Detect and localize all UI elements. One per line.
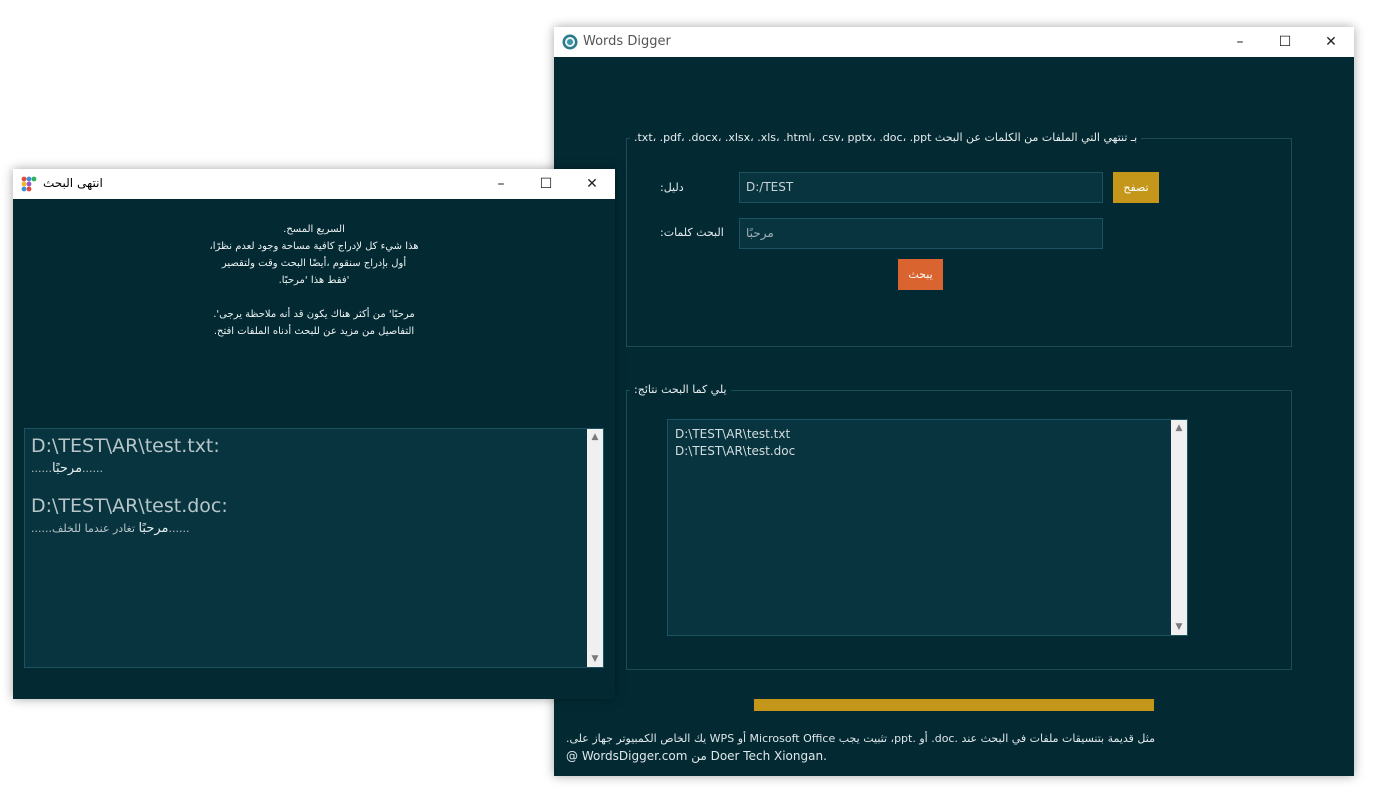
progress-bar-fill <box>754 699 1154 711</box>
close-icon[interactable]: ✕ <box>1308 27 1354 57</box>
message-line: .التفاصيل من مزيد عن للبحث أدناه الملفات… <box>213 326 415 337</box>
words-digger-window: Words Digger – ☐ ✕ .txt، .pdf، .docx، .x… <box>554 27 1354 776</box>
maximize-icon[interactable]: ☐ <box>523 169 569 199</box>
minimize-icon[interactable]: – <box>478 169 524 199</box>
message-line <box>13 289 615 306</box>
list-item[interactable]: D:\TEST\AR\test.txt <box>675 427 790 441</box>
message-line: أول بإدراج سنقوم ،أيضًا البحث وقت ولتقصي… <box>221 258 407 269</box>
context-suffix: تغادر عندما للخلف...... <box>51 522 190 535</box>
directory-input[interactable]: D:/TEST <box>739 172 1103 203</box>
dialog-title-bar[interactable]: انتهى البحث – ☐ ✕ <box>13 169 615 200</box>
browse-button[interactable]: تصفح <box>1113 172 1159 203</box>
match-file-path: D:\TEST\AR\test.doc: <box>31 495 228 517</box>
scroll-down-icon[interactable]: ▼ <box>587 652 603 666</box>
close-icon[interactable]: ✕ <box>569 169 615 199</box>
list-item[interactable]: D:\TEST\AR\test.doc <box>675 444 795 458</box>
dialog-message: .السريع المسح ،هذا شيء كل لإدراج كافية م… <box>13 221 615 340</box>
progress-bar <box>754 699 1154 711</box>
directory-label: :دليل <box>660 181 684 194</box>
match-context: ......مرحبًا...... <box>31 461 103 476</box>
dialog-title: انتهى البحث <box>43 176 103 190</box>
keywords-input[interactable]: مرحبًا <box>739 218 1103 249</box>
footer-note: .يك الخاص الكمبيوتر جهاز على WPS أو Micr… <box>566 732 1155 745</box>
highlighted-match: مرحبًا <box>51 461 83 476</box>
maximize-icon[interactable]: ☐ <box>1262 27 1308 57</box>
scroll-up-icon[interactable]: ▲ <box>1171 421 1187 435</box>
words-digger-app-icon <box>21 176 37 192</box>
matches-scrollbar[interactable]: ▲ ▼ <box>587 429 603 667</box>
context-prefix: ...... <box>31 462 52 475</box>
highlighted-match: مرحبًا <box>138 521 169 536</box>
message-line: ،هذا شيء كل لإدراج كافية مساحة وجود لعدم… <box>209 241 419 252</box>
context-prefix: ...... <box>31 522 52 535</box>
scroll-down-icon[interactable]: ▼ <box>1171 620 1187 634</box>
match-file-path: D:\TEST\AR\test.txt: <box>31 435 220 457</box>
message-line: .السريع المسح <box>283 224 345 235</box>
main-content: .txt، .pdf، .docx، .xlsx، .xls، .html، .… <box>554 57 1354 776</box>
search-button[interactable]: يبحث <box>898 259 943 290</box>
footer-copyright: @ WordsDigger.com من Doer Tech Xiongan. <box>566 749 827 763</box>
results-scrollbar[interactable]: ▲ ▼ <box>1171 420 1187 635</box>
message-line: .فقط هذا 'مرحبًا' <box>278 275 350 286</box>
scroll-up-icon[interactable]: ▲ <box>587 430 603 444</box>
results-label: :يلي كما البحث نتائج <box>630 383 731 396</box>
keywords-label: :البحث كلمات <box>660 226 724 239</box>
search-done-dialog: انتهى البحث – ☐ ✕ .السريع المسح ،هذا شيء… <box>13 169 615 699</box>
message-line: .'مرحبًا' من أكثر هناك يكون قد أنه ملاحظ… <box>213 309 415 320</box>
main-title-bar[interactable]: Words Digger – ☐ ✕ <box>554 27 1354 58</box>
file-types-label: .txt، .pdf، .docx، .xlsx، .xls، .html، .… <box>630 131 1142 144</box>
main-window-title: Words Digger <box>583 34 671 49</box>
results-list[interactable]: D:\TEST\AR\test.txt D:\TEST\AR\test.doc … <box>667 419 1188 636</box>
context-suffix: ...... <box>82 462 104 475</box>
words-digger-app-icon <box>562 34 578 50</box>
match-context: ...... مرحبًا تغادر عندما للخلف...... <box>31 521 189 536</box>
minimize-icon[interactable]: – <box>1217 27 1263 57</box>
matches-text-area[interactable]: D:\TEST\AR\test.txt: ......مرحبًا...... … <box>24 428 604 668</box>
dialog-content: .السريع المسح ،هذا شيء كل لإدراج كافية م… <box>13 199 615 699</box>
